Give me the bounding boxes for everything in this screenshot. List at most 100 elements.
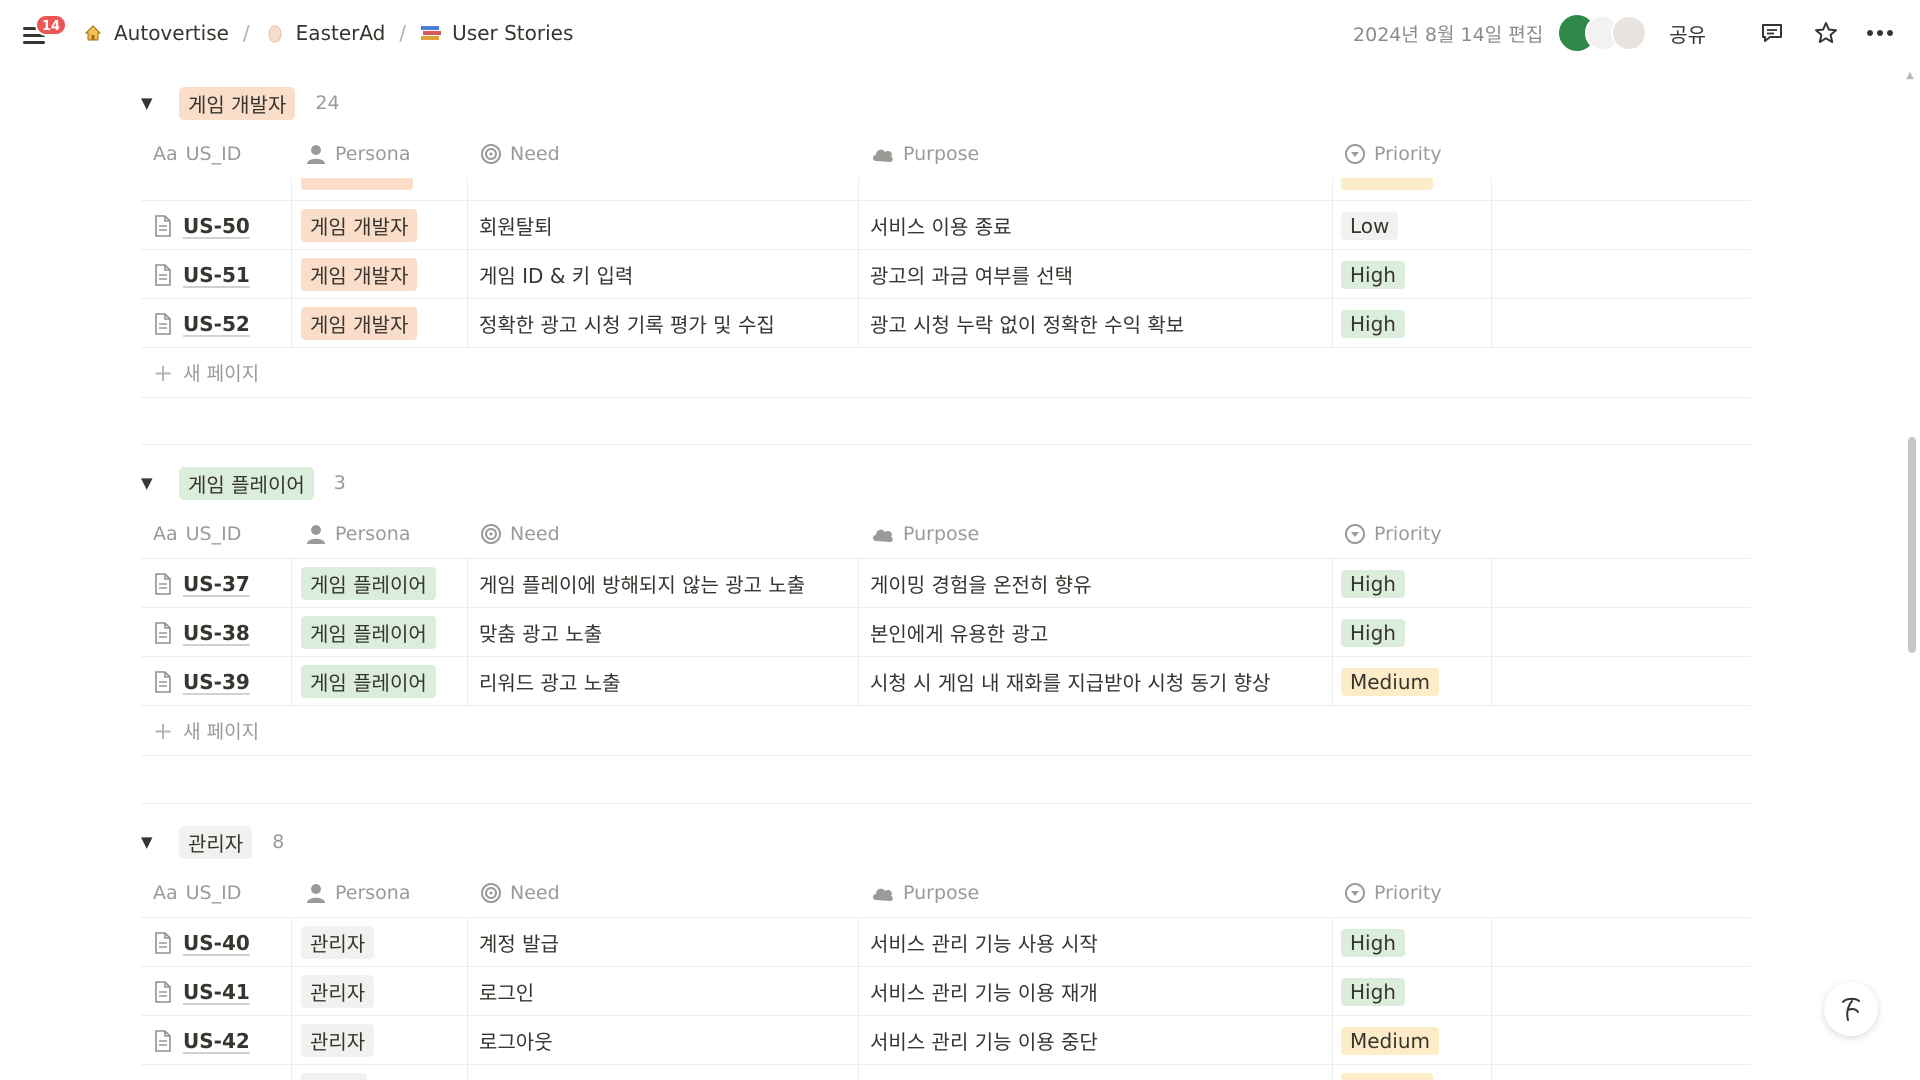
breadcrumb-user-stories[interactable]: User Stories: [414, 17, 579, 49]
us-id-link[interactable]: US-51: [183, 263, 250, 287]
person-icon: [307, 525, 325, 544]
purpose-cell[interactable]: 광고 시청 누락 없이 정확한 수익 확보: [870, 299, 1184, 348]
us-id-link[interactable]: US-52: [183, 312, 250, 336]
purpose-cell[interactable]: 시청 시 게임 내 재화를 지급받아 시청 동기 향상: [870, 657, 1270, 706]
breadcrumb-label: Autovertise: [114, 21, 229, 45]
top-right-actions: 2024년 8월 14일 편집 공유: [1353, 0, 1896, 66]
column-persona[interactable]: Persona: [305, 130, 411, 178]
select-property-icon: [1345, 144, 1365, 164]
help-button[interactable]: [1824, 982, 1878, 1036]
priority-tag: High: [1341, 618, 1405, 647]
need-cell[interactable]: 계정 발급: [479, 918, 559, 967]
need-cell[interactable]: 리워드 광고 노출: [479, 657, 621, 706]
group-toggle-icon[interactable]: ▼: [141, 474, 163, 492]
target-icon: [481, 144, 501, 164]
column-need[interactable]: Need: [480, 510, 560, 558]
purpose-cell[interactable]: 서비스 이용 종료: [870, 201, 1012, 250]
purpose-cell[interactable]: 서비스 관리 기능 사용 시작: [870, 918, 1098, 967]
table-row[interactable]: US-39 게임 플레이어 리워드 광고 노출 시청 시 게임 내 재화를 지급…: [141, 656, 1751, 706]
table-row-partial: [141, 1064, 1751, 1080]
column-persona[interactable]: Persona: [305, 510, 411, 558]
breadcrumb-autovertise[interactable]: Autovertise: [76, 17, 235, 49]
need-cell[interactable]: 회원탈퇴: [479, 201, 553, 250]
us-id-link[interactable]: US-41: [183, 980, 250, 1004]
group-count: 24: [315, 92, 340, 114]
need-cell[interactable]: 로그인: [479, 967, 534, 1016]
group-toggle-icon[interactable]: ▼: [141, 94, 163, 112]
favorite-star-icon[interactable]: [1810, 17, 1842, 49]
new-page-label: 새 페이지: [183, 721, 260, 743]
us-id-link[interactable]: US-38: [183, 621, 250, 645]
table-row[interactable]: US-42 관리자 로그아웃 서비스 관리 기능 이용 중단 Medium: [141, 1015, 1751, 1065]
cloud-icon: [873, 888, 893, 901]
table-row[interactable]: US-40 관리자 계정 발급 서비스 관리 기능 사용 시작 High: [141, 917, 1751, 967]
column-header-row: Aa US_ID Persona Need Purpose Priority: [141, 130, 1751, 178]
target-icon: [481, 524, 501, 544]
table-row[interactable]: US-41 관리자 로그인 서비스 관리 기능 이용 재개 High: [141, 966, 1751, 1016]
purpose-cell[interactable]: 서비스 관리 기능 이용 재개: [870, 967, 1098, 1016]
table-row[interactable]: US-52 게임 개발자 정확한 광고 시청 기록 평가 및 수집 광고 시청 …: [141, 298, 1751, 348]
persona-tag: 게임 플레이어: [301, 567, 436, 600]
us-id-link[interactable]: US-50: [183, 214, 250, 238]
need-cell[interactable]: 정확한 광고 시청 기록 평가 및 수집: [479, 299, 775, 348]
persona-tag: 관리자: [301, 926, 375, 959]
column-need[interactable]: Need: [480, 130, 560, 178]
priority-tag: High: [1341, 977, 1405, 1006]
us-id-link[interactable]: US-39: [183, 670, 250, 694]
table-row[interactable]: US-37 게임 플레이어 게임 플레이에 방해되지 않는 광고 노출 게이밍 …: [141, 558, 1751, 608]
us-id-link[interactable]: US-42: [183, 1029, 250, 1053]
collaborator-avatars[interactable]: [1559, 15, 1648, 51]
column-purpose[interactable]: Purpose: [871, 510, 979, 558]
scrollbar-thumb[interactable]: [1908, 437, 1916, 653]
table-row[interactable]: US-38 게임 플레이어 맞춤 광고 노출 본인에게 유용한 광고 High: [141, 607, 1751, 657]
group-toggle-icon[interactable]: ▼: [141, 833, 163, 851]
group-tag: 게임 개발자: [179, 86, 296, 120]
persona-tag: 게임 플레이어: [301, 616, 436, 649]
column-us-id[interactable]: Aa US_ID: [153, 510, 241, 558]
more-options-icon[interactable]: [1864, 17, 1896, 49]
need-cell[interactable]: 로그아웃: [479, 1016, 553, 1065]
column-purpose[interactable]: Purpose: [871, 869, 979, 917]
us-id-link[interactable]: US-40: [183, 931, 250, 955]
last-edited-text: 2024년 8월 14일 편집: [1353, 23, 1544, 46]
column-need[interactable]: Need: [480, 869, 560, 917]
table-row[interactable]: US-51 게임 개발자 게임 ID & 키 입력 광고의 과금 여부를 선택 …: [141, 249, 1751, 299]
table-row-partial: [141, 178, 1751, 200]
share-button[interactable]: 공유: [1669, 19, 1706, 48]
column-priority[interactable]: Priority: [1344, 130, 1442, 178]
purpose-cell[interactable]: 게이밍 경험을 온전히 향유: [870, 559, 1091, 608]
new-page-button[interactable]: + 새 페이지: [141, 705, 1751, 755]
need-cell[interactable]: 게임 ID & 키 입력: [479, 250, 633, 299]
persona-tag: 게임 플레이어: [301, 665, 436, 698]
comments-icon[interactable]: [1756, 17, 1788, 49]
breadcrumb-easterad[interactable]: EasterAd: [258, 17, 392, 49]
select-property-icon: [1345, 883, 1365, 903]
column-priority[interactable]: Priority: [1344, 510, 1442, 558]
column-persona[interactable]: Persona: [305, 869, 411, 917]
group-header: ▼ 게임 개발자 24: [141, 86, 340, 120]
purpose-cell[interactable]: 서비스 관리 기능 이용 중단: [870, 1016, 1098, 1065]
priority-tag: High: [1341, 260, 1405, 289]
purpose-cell[interactable]: 본인에게 유용한 광고: [870, 608, 1048, 657]
cloud-icon: [873, 529, 893, 542]
column-purpose[interactable]: Purpose: [871, 130, 979, 178]
scroll-up-arrow[interactable]: ▲: [1904, 70, 1916, 82]
table-row[interactable]: US-50 게임 개발자 회원탈퇴 서비스 이용 종료 Low: [141, 200, 1751, 250]
plus-icon: +: [153, 716, 174, 745]
new-page-button[interactable]: + 새 페이지: [141, 347, 1751, 397]
group-header: ▼ 관리자 8: [141, 825, 284, 859]
column-us-id[interactable]: Aa US_ID: [153, 869, 241, 917]
page-icon: [153, 214, 173, 237]
house-icon: [82, 22, 104, 44]
us-id-link[interactable]: US-37: [183, 572, 250, 596]
avatar[interactable]: [1611, 15, 1648, 51]
need-cell[interactable]: 맞춤 광고 노출: [479, 608, 602, 657]
notification-badge[interactable]: 14: [35, 14, 68, 36]
need-cell[interactable]: 게임 플레이에 방해되지 않는 광고 노출: [479, 559, 805, 608]
page-icon: [153, 931, 173, 954]
priority-tag: High: [1341, 928, 1405, 957]
column-priority[interactable]: Priority: [1344, 869, 1442, 917]
column-us-id[interactable]: Aa US_ID: [153, 130, 241, 178]
column-header-row: Aa US_ID Persona Need Purpose Priority: [141, 510, 1751, 558]
purpose-cell[interactable]: 광고의 과금 여부를 선택: [870, 250, 1073, 299]
